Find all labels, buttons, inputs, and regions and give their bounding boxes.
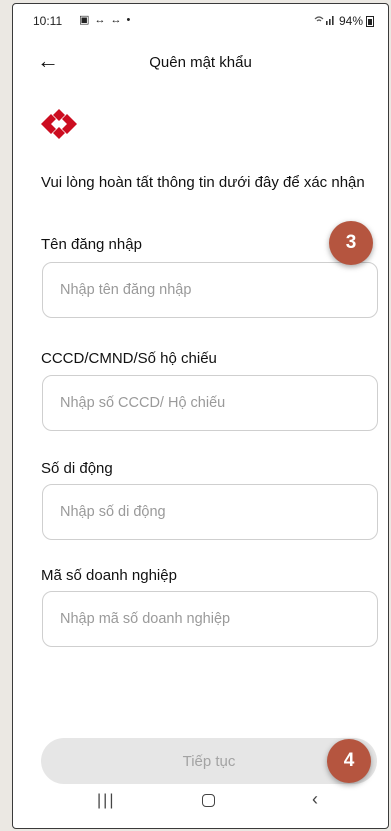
id-number-label: CCCD/CMND/Số hộ chiếu: [41, 350, 217, 367]
id-number-input[interactable]: [42, 375, 378, 431]
tax-code-label: Mã số doanh nghiệp: [41, 567, 177, 584]
recent-apps-icon[interactable]: |||: [97, 792, 115, 810]
status-bar: 10:11 ▣ ↔ ↔ • 94%: [13, 4, 388, 36]
signal-icon: [314, 15, 336, 28]
status-right: 94%: [314, 14, 374, 28]
battery-percent: 94%: [338, 14, 363, 28]
app-header: ← Quên mật khẩu: [13, 48, 388, 82]
phone-screen: 10:11 ▣ ↔ ↔ • 94% ← Quên mật khẩu Vui lò…: [12, 3, 389, 829]
status-time: 10:11: [33, 14, 63, 28]
tax-code-input[interactable]: [42, 591, 378, 647]
instruction-text: Vui lòng hoàn tất thông tin dưới đây để …: [41, 174, 365, 191]
bank-logo-icon: [41, 109, 77, 139]
system-nav-bar: ||| ‹: [13, 778, 388, 828]
home-icon[interactable]: [202, 794, 215, 807]
step-badge-4: 4: [327, 739, 371, 783]
notification-icons: ▣ ↔ ↔ •: [79, 14, 132, 26]
username-input[interactable]: [42, 262, 378, 318]
nav-back-icon[interactable]: ‹: [312, 789, 318, 810]
username-label: Tên đăng nhập: [41, 236, 142, 253]
phone-input[interactable]: [42, 484, 378, 540]
step-badge-3: 3: [329, 221, 373, 265]
battery-icon: [366, 15, 374, 27]
page-title: Quên mật khẩu: [149, 54, 252, 71]
phone-label: Số di động: [41, 460, 113, 477]
